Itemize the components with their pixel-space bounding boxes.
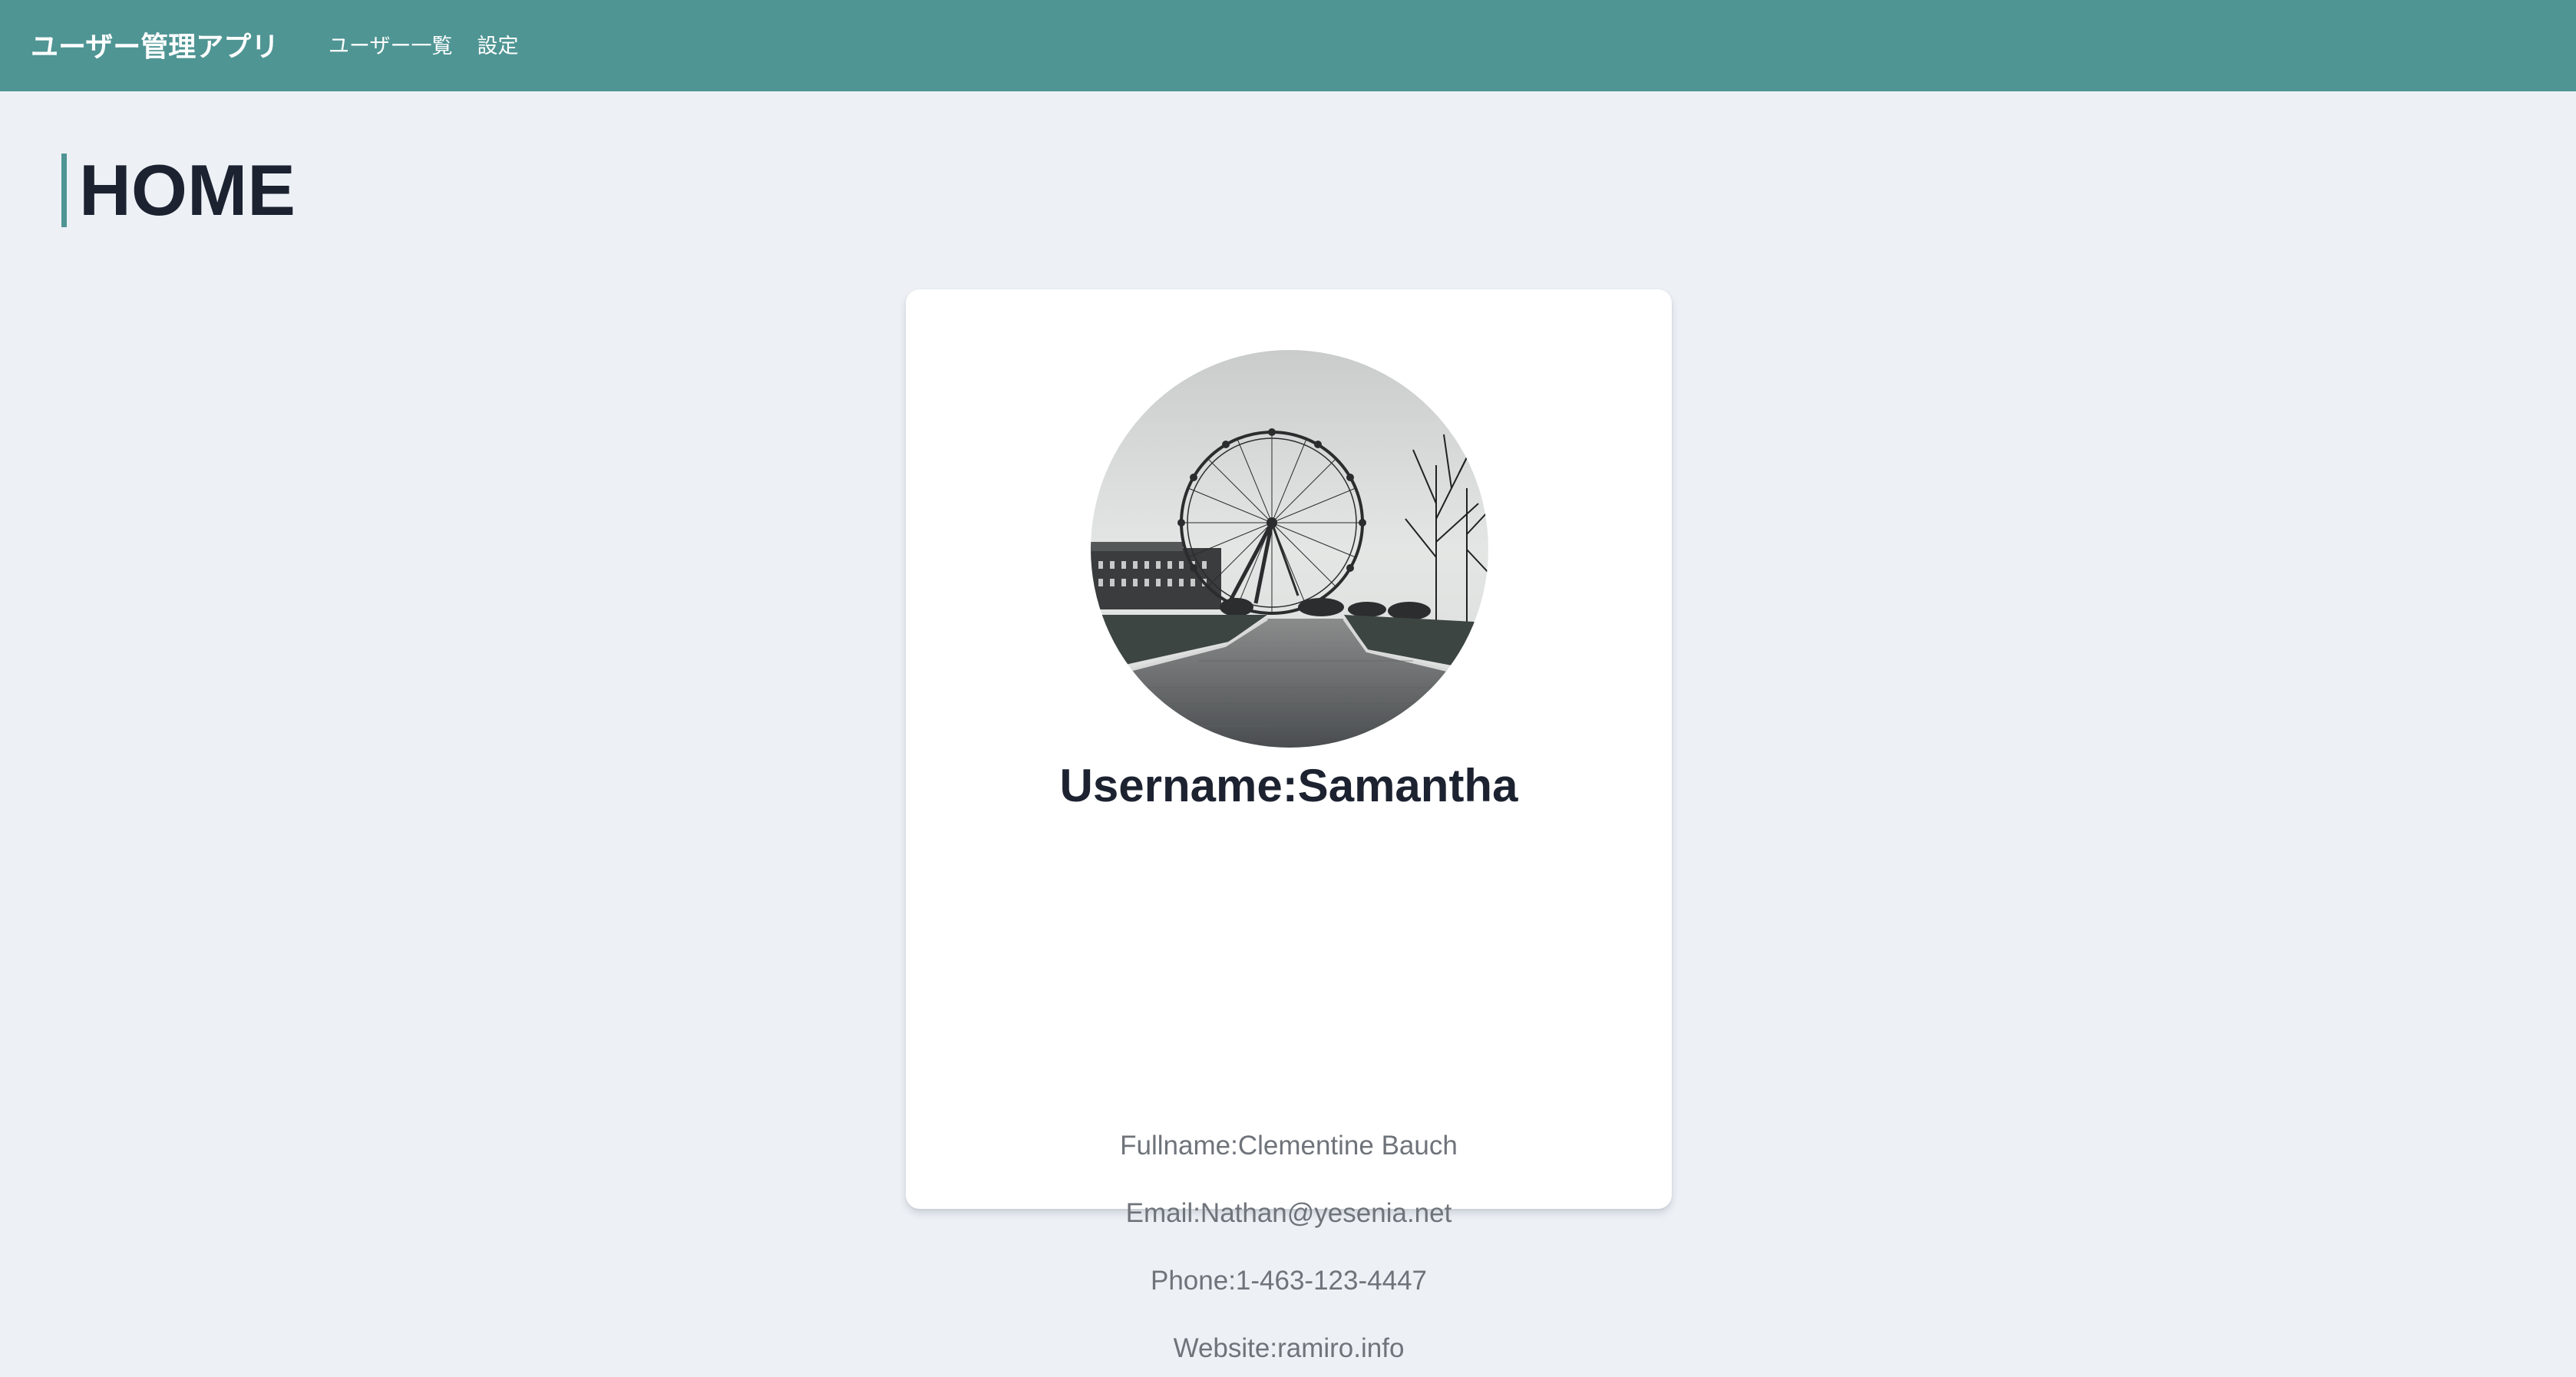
website-text: Website:ramiro.info [1173, 1333, 1405, 1363]
fullname-text: Fullname:Clementine Bauch [1120, 1131, 1458, 1161]
app-brand[interactable]: ユーザー管理アプリ [31, 25, 279, 64]
profile-card: Username:Samantha Fullname:Clementine Ba… [906, 289, 1672, 1363]
username-heading: Username:Samantha [1059, 760, 1518, 811]
top-navbar: ユーザー管理アプリ ユーザー一覧 設定 [0, 0, 2576, 91]
page-title: HOME [61, 154, 296, 227]
nav-link-user-list[interactable]: ユーザー一覧 [329, 29, 452, 59]
nav-link-settings[interactable]: 設定 [477, 29, 518, 59]
nav-links: ユーザー一覧 設定 [329, 29, 518, 59]
avatar [1091, 350, 1488, 748]
email-text: Email:Nathan@yesenia.net [1125, 1198, 1452, 1228]
phone-text: Phone:1-463-123-4447 [1150, 1266, 1427, 1296]
ferris-wheel-photo-icon [1091, 350, 1488, 748]
